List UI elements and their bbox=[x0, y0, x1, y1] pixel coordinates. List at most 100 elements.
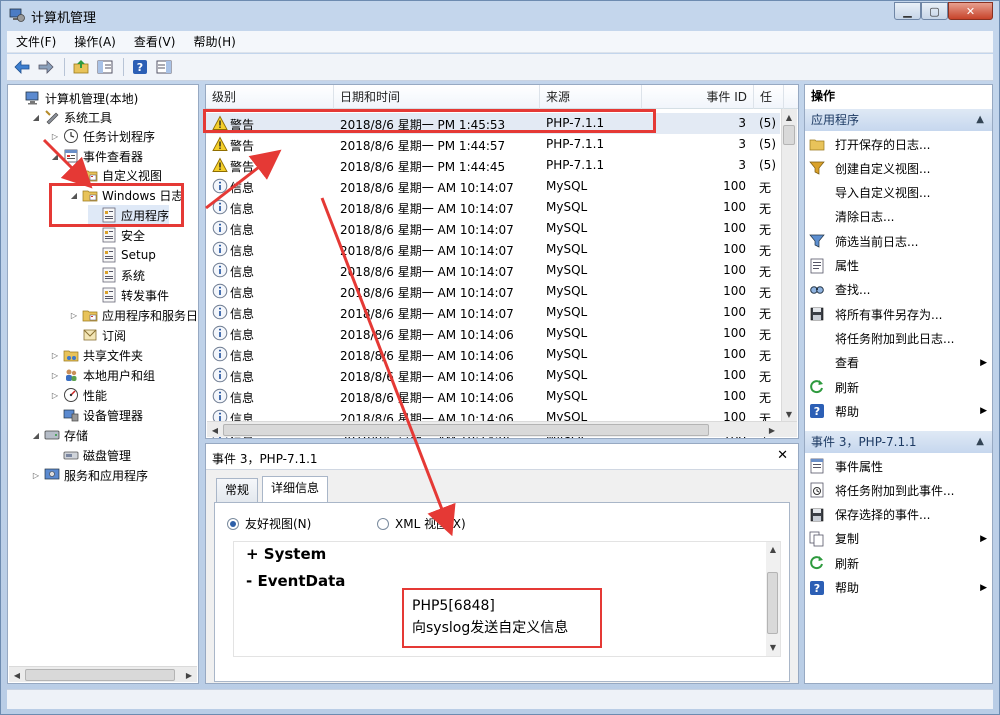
scroll-up-arrow[interactable]: ▲ bbox=[782, 110, 796, 124]
tab-general[interactable]: 常规 bbox=[216, 478, 259, 502]
column-datetime[interactable]: 日期和时间 bbox=[334, 85, 540, 109]
event-row[interactable]: 警告 2018/8/6 星期一 PM 1:44:45 PHP-7.1.1 3 (5) bbox=[206, 155, 780, 176]
scroll-down-arrow[interactable]: ▼ bbox=[782, 407, 796, 421]
event-row[interactable]: 信息 2018/8/6 星期一 AM 10:14:07 MySQL 100 无 bbox=[206, 260, 780, 281]
action-item[interactable]: 打开保存的日志... bbox=[809, 133, 989, 155]
tree-item[interactable]: 设备管理器 bbox=[50, 405, 143, 425]
expand-toggle-icon[interactable]: ▷ bbox=[50, 371, 60, 380]
help-toolbar-button[interactable]: ? bbox=[129, 57, 151, 77]
tree-item[interactable]: 磁盘管理 bbox=[50, 445, 131, 465]
action-item[interactable]: 查找... bbox=[809, 279, 989, 301]
actions-section-application[interactable]: 应用程序 ▲ bbox=[805, 109, 992, 131]
expand-toggle-icon[interactable]: ◢ bbox=[31, 113, 41, 122]
tree-item[interactable]: ◢ 系统工具 bbox=[31, 107, 112, 127]
tree-item[interactable]: ▷ 应用程序和服务日志 bbox=[69, 305, 198, 325]
event-row[interactable]: 信息 2018/8/6 星期一 AM 10:14:06 MySQL 100 无 bbox=[206, 344, 780, 365]
minimize-button[interactable]: ▁ bbox=[894, 2, 921, 20]
xml-view-option[interactable]: XML 视图(X) bbox=[377, 515, 466, 532]
column-level[interactable]: 级别 bbox=[206, 85, 334, 109]
tree-item[interactable]: ▷ 性能 bbox=[50, 385, 107, 405]
tree-item[interactable]: 应用程序 bbox=[88, 205, 170, 225]
scroll-left-arrow[interactable]: ◀ bbox=[208, 423, 222, 437]
action-item[interactable]: 筛选当前日志... bbox=[809, 230, 989, 252]
event-row[interactable]: 信息 2018/8/6 星期一 AM 10:14:07 MySQL 100 无 bbox=[206, 302, 780, 323]
scroll-right-arrow[interactable]: ▶ bbox=[765, 423, 779, 437]
close-button[interactable]: ✕ bbox=[948, 2, 993, 20]
tree-item[interactable]: ▷ 自定义视图 bbox=[69, 165, 162, 185]
expand-toggle-icon[interactable]: ◢ bbox=[31, 431, 41, 440]
action-item[interactable]: 事件属性 bbox=[809, 455, 989, 477]
show-hide-action-pane-button[interactable] bbox=[153, 57, 175, 77]
event-row[interactable]: 警告 2018/8/6 星期一 PM 1:45:53 PHP-7.1.1 3 (5) bbox=[206, 113, 780, 134]
column-task[interactable]: 任务 bbox=[754, 85, 784, 128]
event-row[interactable]: 信息 2018/8/6 星期一 AM 10:14:07 MySQL 100 无 bbox=[206, 281, 780, 302]
tree-horizontal-scrollbar[interactable]: ◀ ▶ bbox=[9, 666, 197, 682]
actions-section-event[interactable]: 事件 3，PHP-7.1.1 ▲ bbox=[805, 431, 992, 453]
tree-item[interactable]: Setup bbox=[88, 245, 156, 265]
maximize-button[interactable]: ▢ bbox=[921, 2, 948, 20]
tree-item[interactable]: 计算机管理(本地) bbox=[12, 88, 138, 108]
action-item[interactable]: 刷新 bbox=[809, 376, 989, 398]
system-node[interactable]: + System bbox=[246, 545, 326, 563]
event-row[interactable]: 信息 2018/8/6 星期一 AM 10:14:07 MySQL 100 无 bbox=[206, 218, 780, 239]
list-horizontal-scrollbar[interactable]: ◀ ▶ bbox=[207, 421, 797, 437]
expand-toggle-icon[interactable]: ▷ bbox=[50, 351, 60, 360]
detail-close-icon[interactable]: ✕ bbox=[777, 448, 788, 463]
scrollbar-thumb[interactable] bbox=[783, 125, 795, 145]
tree-item[interactable]: 安全 bbox=[88, 225, 145, 245]
forward-button[interactable] bbox=[35, 57, 57, 77]
scroll-right-arrow[interactable]: ▶ bbox=[182, 668, 196, 682]
tab-details[interactable]: 详细信息 bbox=[262, 476, 329, 503]
tree-item[interactable]: ▷ 本地用户和组 bbox=[50, 365, 155, 385]
detail-vertical-scrollbar[interactable]: ▲ ▼ bbox=[766, 542, 780, 656]
scroll-left-arrow[interactable]: ◀ bbox=[10, 668, 24, 682]
friendly-view-option[interactable]: 友好视图(N) bbox=[227, 515, 311, 532]
action-item[interactable]: 导入自定义视图... bbox=[809, 182, 989, 204]
column-source[interactable]: 来源 bbox=[540, 85, 642, 109]
scrollbar-thumb[interactable] bbox=[223, 424, 709, 436]
action-item[interactable]: 将所有事件另存为... bbox=[809, 303, 989, 325]
up-level-button[interactable] bbox=[70, 57, 92, 77]
expand-toggle-icon[interactable]: ▷ bbox=[31, 471, 41, 480]
column-event-id[interactable]: 事件 ID bbox=[642, 85, 754, 109]
expand-toggle-icon[interactable]: ▷ bbox=[69, 311, 79, 320]
menu-file[interactable]: 文件(F) bbox=[7, 33, 65, 50]
action-item[interactable]: ? 帮助 ▶ bbox=[809, 577, 989, 599]
scroll-up-arrow[interactable]: ▲ bbox=[766, 542, 780, 556]
scrollbar-thumb[interactable] bbox=[25, 669, 175, 681]
list-vertical-scrollbar[interactable]: ▲ ▼ bbox=[781, 109, 797, 424]
tree-item[interactable]: 系统 bbox=[88, 265, 145, 285]
eventdata-node[interactable]: - EventData bbox=[246, 572, 345, 590]
tree-item[interactable]: ▷ 共享文件夹 bbox=[50, 345, 143, 365]
action-item[interactable]: ? 帮助 ▶ bbox=[809, 400, 989, 422]
expand-toggle-icon[interactable]: ◢ bbox=[69, 191, 79, 200]
show-hide-tree-button[interactable] bbox=[94, 57, 116, 77]
action-item[interactable]: 创建自定义视图... bbox=[809, 157, 989, 179]
event-row[interactable]: 信息 2018/8/6 星期一 AM 10:14:06 MySQL 100 无 bbox=[206, 386, 780, 407]
action-item[interactable]: 保存选择的事件... bbox=[809, 504, 989, 526]
tree-item[interactable]: 订阅 bbox=[69, 325, 126, 345]
expand-toggle-icon[interactable]: ▷ bbox=[69, 171, 79, 180]
expand-toggle-icon[interactable]: ◢ bbox=[50, 152, 60, 161]
action-item[interactable]: 复制 ▶ bbox=[809, 528, 989, 550]
tree-item[interactable]: ◢ 存储 bbox=[31, 425, 88, 445]
menu-view[interactable]: 查看(V) bbox=[125, 33, 185, 50]
expand-toggle-icon[interactable]: ▷ bbox=[50, 132, 60, 141]
action-item[interactable]: 刷新 bbox=[809, 552, 989, 574]
event-row[interactable]: 信息 2018/8/6 星期一 AM 10:14:07 MySQL 100 无 bbox=[206, 176, 780, 197]
tree-item[interactable]: ◢ Windows 日志 bbox=[69, 185, 183, 205]
tree-item[interactable]: ▷ 任务计划程序 bbox=[50, 126, 155, 146]
action-item[interactable]: 将任务附加到此日志... bbox=[809, 327, 989, 349]
menu-action[interactable]: 操作(A) bbox=[65, 33, 125, 50]
action-item[interactable]: 属性 bbox=[809, 255, 989, 277]
event-row[interactable]: 警告 2018/8/6 星期一 PM 1:44:57 PHP-7.1.1 3 (5) bbox=[206, 134, 780, 155]
action-item[interactable]: 将任务附加到此事件... bbox=[809, 479, 989, 501]
tree-item[interactable]: 转发事件 bbox=[88, 285, 169, 305]
event-row[interactable]: 信息 2018/8/6 星期一 AM 10:14:06 MySQL 100 无 bbox=[206, 365, 780, 386]
tree-item[interactable]: ◢ 事件查看器 bbox=[50, 146, 143, 166]
tree-item[interactable]: ▷ 服务和应用程序 bbox=[31, 465, 148, 485]
event-row[interactable]: 信息 2018/8/6 星期一 AM 10:14:07 MySQL 100 无 bbox=[206, 197, 780, 218]
scroll-down-arrow[interactable]: ▼ bbox=[766, 640, 780, 654]
menu-help[interactable]: 帮助(H) bbox=[184, 33, 244, 50]
action-item[interactable]: 查看 ▶ bbox=[809, 352, 989, 374]
